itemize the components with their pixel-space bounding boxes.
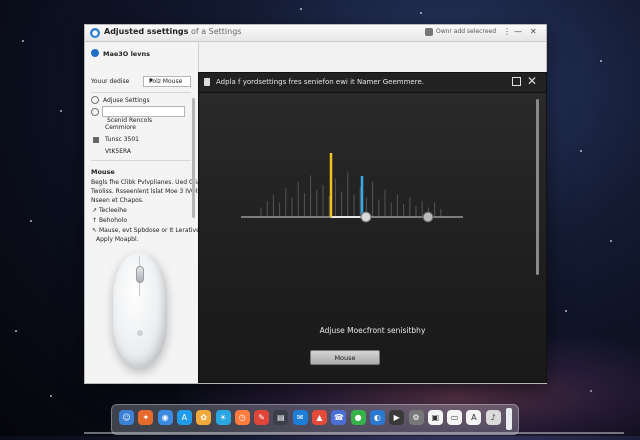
clock-icon[interactable]: ◷: [234, 410, 250, 425]
divider: [91, 160, 191, 161]
sub-item-3[interactable]: VtK5ERA: [105, 148, 131, 155]
dock-divider: [506, 408, 512, 430]
mouse-image: [113, 252, 167, 368]
weather-icon[interactable]: ☀: [215, 410, 231, 425]
dialog-title: Adpla f yordsettings fres seniefon ewi i…: [216, 78, 424, 86]
maximize-button[interactable]: [512, 77, 521, 86]
maps-icon[interactable]: ▲: [312, 410, 327, 425]
adjust-settings-item[interactable]: Adjuse Settings: [103, 97, 150, 104]
sub-item-2[interactable]: Tunsc 3501: [105, 136, 139, 143]
chevron-down-icon: ▼: [149, 78, 153, 84]
device-label: Youur dedise: [91, 78, 130, 85]
desktop-edge: [84, 432, 624, 434]
window-title-suffix: of a Settings: [190, 27, 242, 36]
contacts-icon[interactable]: ☎: [331, 410, 347, 425]
option-label: Mause, evt Spbdose or It Lerative: [98, 227, 200, 234]
status-icon: [425, 28, 433, 36]
window-title: Adjusted ssettings of a Settings: [104, 27, 241, 36]
messages-icon[interactable]: ✉: [292, 410, 308, 425]
slider-handle-1[interactable]: [360, 211, 372, 223]
settings-app-icon: ●: [90, 28, 100, 38]
option-item[interactable]: ↑ Behoholo: [92, 217, 127, 224]
apply-text: Apply Moapbl.: [96, 236, 139, 243]
slider-handle-2[interactable]: [422, 211, 434, 223]
window-title-bold: Adjusted ssettings: [104, 27, 189, 36]
adjust-sensitivity-label: Adjuse Moecfront senisitbhy: [319, 326, 426, 335]
appstore-icon[interactable]: A: [176, 410, 192, 425]
close-button[interactable]: ✕: [530, 27, 537, 36]
window-status-text: Ownr add selecreed: [436, 28, 497, 35]
more-icon[interactable]: ⋮: [503, 27, 511, 36]
dialog-titlebar[interactable]: Adpla f yordsettings fres seniefon ewi i…: [199, 73, 546, 93]
document-icon: [204, 78, 210, 86]
mouse-scroll-wheel: [136, 266, 144, 283]
device-name: Mae3O levns: [103, 50, 150, 58]
finder-icon[interactable]: ☺: [119, 410, 134, 425]
option-item[interactable]: ↖ Mause, evt Spbdose or It Lerative: [92, 227, 200, 234]
divider: [91, 92, 191, 93]
sub-item-1[interactable]: Cemmiore: [105, 124, 136, 131]
mouse-button[interactable]: Mouse: [310, 350, 380, 365]
dock: ☺ ✦ ◉ A ✿ ☀ ◷ ✎ ▤ ✉ ▲ ☎ ● ◐ ▶ ⚙ ▣ ▭ A ♪: [111, 404, 519, 435]
option-label: Behoholo: [98, 217, 128, 224]
sensitivity-visualizer: [241, 153, 463, 223]
dialog-close-button[interactable]: ✕: [527, 74, 537, 88]
dialog-scrollbar[interactable]: [536, 99, 539, 275]
mouse-logo: [137, 330, 143, 336]
font-icon[interactable]: A: [466, 410, 482, 425]
facetime-icon[interactable]: ●: [350, 410, 366, 425]
description-line: Nseen et Chapos.: [91, 197, 144, 204]
sensitivity-dialog: Adpla f yordsettings fres seniefon ewi i…: [198, 72, 547, 383]
option-item[interactable]: ↗ Tecleeihe: [92, 207, 127, 214]
launchpad-icon[interactable]: ✦: [138, 410, 154, 425]
screen-icon[interactable]: ▣: [427, 410, 443, 425]
square-icon: [93, 137, 99, 143]
mouse-heading: Mouse: [91, 168, 115, 176]
description-line: Begls fhe Clibk Pvlvplianes. Ued Glian: [91, 179, 205, 186]
window-titlebar[interactable]: ● Adjusted ssettings of a Settings Ownr …: [85, 25, 546, 42]
photos-icon[interactable]: ✿: [196, 410, 212, 425]
calendar-icon[interactable]: ▤: [273, 410, 289, 425]
sidebar: Mae3O levns Youur dedise Polz Mouse ▼ Ad…: [85, 42, 204, 383]
minimize-button[interactable]: —: [514, 27, 522, 36]
safari-icon[interactable]: ◉: [157, 410, 173, 425]
notes-icon[interactable]: ✎: [254, 410, 270, 425]
sidebar-scrollbar[interactable]: [192, 98, 195, 218]
gear-icon: [91, 96, 99, 104]
settings-sub-icon: [91, 108, 99, 116]
option-label: Tecleeihe: [98, 207, 127, 214]
waveform-ticks: [260, 172, 442, 217]
settings-icon[interactable]: ⚙: [408, 410, 424, 425]
preview-icon[interactable]: ◐: [369, 410, 385, 425]
device-select[interactable]: Polz Mouse ▼: [143, 76, 191, 87]
search-field[interactable]: [102, 106, 185, 125]
device-icon: [91, 49, 99, 57]
document-icon[interactable]: ▭: [447, 410, 463, 425]
music-icon[interactable]: ♪: [485, 410, 501, 425]
keynote-icon[interactable]: ▶: [389, 410, 405, 425]
description-line: Twoliss. Rsseenlent lslat Moe 3 IVOls: [91, 188, 201, 195]
